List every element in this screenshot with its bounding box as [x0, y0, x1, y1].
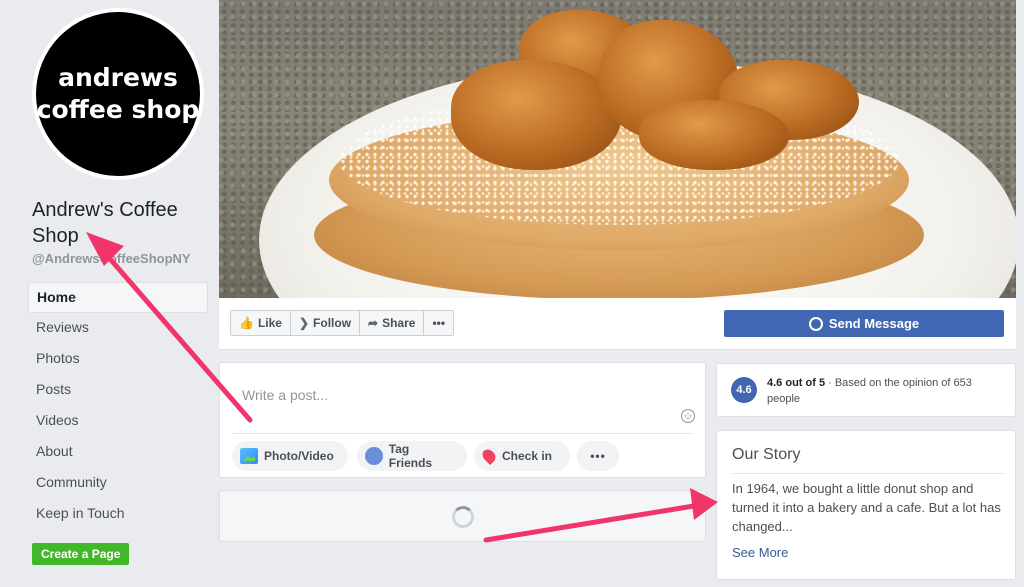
- our-story-title: Our Story: [732, 446, 801, 463]
- page-action-bar: 👍 Like ❯ Follow ➦ Share ••• Send Message: [219, 298, 1016, 350]
- nav-item-keep-in-touch[interactable]: Keep in Touch: [28, 499, 208, 530]
- location-pin-icon: [479, 446, 499, 466]
- like-label: Like: [257, 316, 282, 330]
- photo-video-button[interactable]: Photo/Video: [232, 441, 348, 471]
- nav-item-community[interactable]: Community: [28, 468, 208, 499]
- rating-badge: 4.6: [731, 377, 757, 403]
- our-story-text: In 1964, we bought a little donut shop a…: [732, 481, 1001, 534]
- nav-item-posts[interactable]: Posts: [28, 375, 208, 406]
- write-post-input[interactable]: Write a post...: [242, 387, 328, 403]
- photo-video-label: Photo/Video: [264, 449, 334, 463]
- story-divider: [732, 473, 1005, 474]
- check-in-button[interactable]: Check in: [474, 441, 570, 471]
- nav-item-about[interactable]: About: [28, 437, 208, 468]
- logo-line-1: andrews: [58, 63, 178, 92]
- rating-card[interactable]: 4.6 4.6 out of 5 · Based on the opinion …: [716, 363, 1016, 417]
- see-more-link[interactable]: See More: [732, 545, 788, 560]
- left-sidebar: andrews coffee shop Andrew's Coffee Shop…: [0, 0, 212, 587]
- tag-friends-button[interactable]: Tag Friends: [357, 441, 467, 471]
- composer-divider: [232, 433, 693, 434]
- cover-apple-topping: [451, 60, 621, 170]
- follow-button[interactable]: ❯ Follow: [291, 311, 361, 335]
- emoji-icon[interactable]: ☺: [681, 409, 695, 423]
- feed-loading-card: [219, 490, 706, 542]
- more-options-button[interactable]: •••: [424, 311, 453, 335]
- rss-icon: ❯: [298, 316, 310, 330]
- rating-summary: 4.6 out of 5 · Based on the opinion of 6…: [767, 375, 1007, 407]
- nav-item-photos[interactable]: Photos: [28, 344, 208, 375]
- profile-picture[interactable]: andrews coffee shop: [32, 8, 204, 180]
- rating-score: 4.6 out of 5: [767, 377, 826, 389]
- logo-line-2: coffee shop: [36, 95, 200, 124]
- tag-person-icon: [365, 447, 383, 465]
- messenger-icon: [808, 316, 823, 331]
- nav-item-home[interactable]: Home: [28, 282, 208, 313]
- nav-item-videos[interactable]: Videos: [28, 406, 208, 437]
- composer-more-button[interactable]: •••: [577, 441, 619, 471]
- tag-friends-label: Tag Friends: [388, 442, 433, 470]
- share-arrow-icon: ➦: [368, 316, 379, 330]
- send-message-button[interactable]: Send Message: [724, 310, 1004, 337]
- logo: andrews coffee shop: [36, 12, 200, 176]
- check-in-label: Check in: [502, 449, 553, 463]
- page-nav: Home Reviews Photos Posts Videos About C…: [28, 282, 208, 530]
- loading-spinner-icon: [452, 506, 474, 528]
- our-story-card: Our Story In 1964, we bought a little do…: [716, 430, 1016, 580]
- cover-apple-topping: [639, 100, 789, 170]
- cover-photo[interactable]: [219, 0, 1016, 298]
- post-composer: Write a post... ☺ Photo/Video Tag Friend…: [219, 362, 706, 478]
- page-handle[interactable]: @AndrewsCoffeeShopNY: [32, 251, 191, 266]
- page-title[interactable]: Andrew's Coffee Shop: [32, 197, 202, 249]
- like-button[interactable]: 👍 Like: [231, 311, 291, 335]
- share-label: Share: [382, 316, 416, 330]
- send-message-label: Send Message: [828, 316, 920, 331]
- nav-item-reviews[interactable]: Reviews: [28, 313, 208, 344]
- share-button[interactable]: ➦ Share: [360, 311, 425, 335]
- photo-icon: [240, 448, 258, 464]
- more-dots-icon: •••: [432, 316, 446, 330]
- thumbs-up-icon: 👍: [239, 316, 254, 330]
- more-dots-icon: •••: [590, 449, 606, 463]
- action-button-group: 👍 Like ❯ Follow ➦ Share •••: [230, 310, 455, 336]
- follow-label: Follow: [313, 316, 352, 330]
- create-page-button[interactable]: Create a Page: [32, 543, 130, 565]
